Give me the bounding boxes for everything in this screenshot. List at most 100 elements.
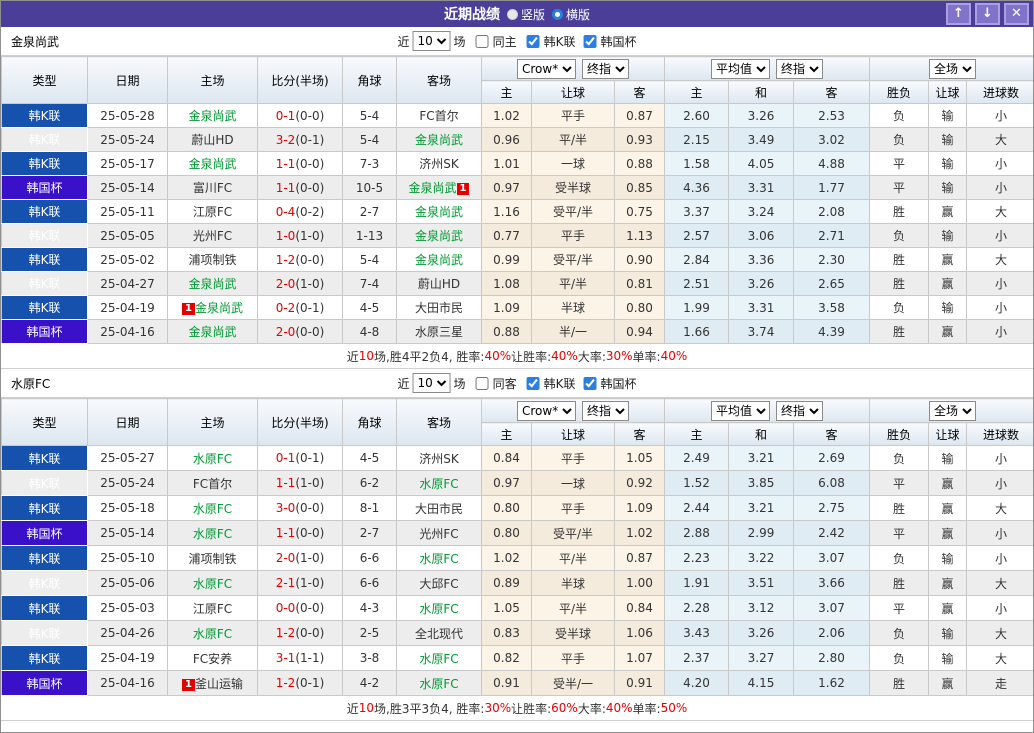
result-outcome: 胜 <box>869 670 930 696</box>
corner-count: 2-7 <box>342 199 397 224</box>
summary-stat-value: 30% <box>484 701 512 715</box>
move-up-button[interactable]: ↑ <box>946 3 971 25</box>
move-down-button[interactable]: ↓ <box>975 3 1000 25</box>
home-team-cell: 1 釜山运输 <box>167 670 258 696</box>
half-time-score: (0-2) <box>295 204 325 219</box>
score-cell: 1-1(0-0) <box>257 520 343 546</box>
avg-draw-odds: 3.49 <box>728 127 795 152</box>
match-row: 韩国杯 25-05-14 富川FC 1-1(0-0) 10-5 金泉尚武 1 0.97 受半球 0… <box>1 175 1033 200</box>
home-team-name: 光州FC <box>192 229 233 243</box>
corner-count: 4-5 <box>342 445 397 471</box>
away-team-name: 济州SK <box>419 157 459 171</box>
avg-final-select[interactable]: 终指 <box>776 58 824 79</box>
home-team-cell: 水原FC <box>167 620 258 646</box>
near-count-select[interactable]: 10 <box>412 373 451 393</box>
avg-draw-odds: 3.26 <box>728 103 795 128</box>
avg-away-odds: 1.62 <box>793 670 871 696</box>
result-outcome: 负 <box>869 545 930 571</box>
home-team-cell: 江原FC <box>167 199 258 224</box>
home-odds: 1.02 <box>481 103 532 128</box>
avg-away-odds: 4.39 <box>793 319 871 344</box>
full-time-score: 2-1 <box>275 576 296 590</box>
league-type-cell: 韩K联 <box>1 545 88 571</box>
league-type-cell: 韩K联 <box>1 595 88 621</box>
home-team-name: 蔚山HD <box>191 133 234 147</box>
col-away-header: 客场 <box>396 398 482 446</box>
scope-dropdown-header: 全场 <box>869 56 1033 81</box>
avg-away-odds: 3.02 <box>793 127 871 152</box>
home-team-cell: 浦项制铁 <box>167 247 258 272</box>
col-score-header: 比分(半场) <box>257 398 343 446</box>
corner-count: 2-7 <box>342 520 397 546</box>
goals-outcome: 大 <box>966 570 1033 596</box>
home-team-cell: 浦项制铁 <box>167 545 258 571</box>
match-date: 25-05-14 <box>87 175 168 200</box>
average-dropdowns-header: 平均值 终指 <box>664 56 871 81</box>
away-odds: 0.80 <box>613 295 666 320</box>
home-odds: 0.82 <box>481 645 532 671</box>
cup-checkbox[interactable] <box>583 376 597 390</box>
avg-source-select[interactable]: 平均值 <box>711 400 771 421</box>
half-time-score: (1-1) <box>295 651 325 665</box>
odds-subcol-header: 客 <box>613 422 666 446</box>
cup-checkbox[interactable] <box>583 34 597 48</box>
goals-outcome: 大 <box>966 247 1033 272</box>
handicap-line: 受半球 <box>531 620 615 646</box>
corner-count: 5-4 <box>342 103 397 128</box>
red-card-badge: 1 <box>182 303 195 315</box>
corner-count: 3-8 <box>342 645 397 671</box>
avg-source-select[interactable]: 平均值 <box>711 58 771 79</box>
odds-final-select[interactable]: 终指 <box>582 58 629 79</box>
match-date: 25-05-05 <box>87 223 168 248</box>
score-cell: 1-1(1-0) <box>257 470 343 496</box>
handicap-line: 平手 <box>531 103 615 128</box>
full-time-score: 2-0 <box>275 324 296 339</box>
handicap-outcome: 赢 <box>928 670 968 696</box>
full-time-score: 0-1 <box>275 108 296 123</box>
close-button[interactable]: ✕ <box>1004 3 1029 25</box>
avg-final-select[interactable]: 终指 <box>776 400 824 421</box>
odds-source-select[interactable]: Crow* <box>517 400 576 421</box>
handicap-line: 平手 <box>531 223 615 248</box>
match-date: 25-05-24 <box>87 470 168 496</box>
result-outcome: 平 <box>869 595 930 621</box>
radio-horizontal-label: 横版 <box>566 7 591 22</box>
scope-select[interactable]: 全场 <box>929 58 977 79</box>
near-count-select[interactable]: 10 <box>412 31 451 51</box>
radio-vertical-layout[interactable]: 竖版 <box>506 6 545 23</box>
handicap-line: 半球 <box>531 570 615 596</box>
odds-subcol-header: 主 <box>481 80 532 104</box>
summary-text: 让胜率: <box>511 701 552 716</box>
avg-home-odds: 3.37 <box>664 199 730 224</box>
home-team-cell: FC首尔 <box>167 470 258 496</box>
corner-count: 2-5 <box>342 620 397 646</box>
scope-select[interactable]: 全场 <box>929 400 977 421</box>
col-date-header: 日期 <box>87 56 168 104</box>
away-odds: 0.85 <box>613 175 666 200</box>
match-date: 25-05-06 <box>87 570 168 596</box>
radio-horizontal-layout[interactable]: 横版 <box>552 6 590 23</box>
league-checkbox[interactable] <box>526 34 540 48</box>
league-checkbox[interactable] <box>526 376 540 390</box>
summary-stat-value: 40% <box>484 349 512 363</box>
odds-source-select[interactable]: Crow* <box>517 58 576 79</box>
results-table: 类型 日期 主场 比分(半场) 角球 客场 Crow* 终指 平均值 终指 全场主让球客主和客胜负让… <box>1 56 1033 344</box>
away-team-name: FC首尔 <box>419 109 459 123</box>
away-team-cell: 金泉尚武 <box>396 199 482 224</box>
same-venue-checkbox[interactable] <box>475 376 489 390</box>
away-team-cell: FC首尔 <box>396 103 482 128</box>
result-outcome: 负 <box>869 223 930 248</box>
league-type-cell: 韩K联 <box>1 271 88 296</box>
same-venue-label: 同客 <box>492 376 517 391</box>
away-team-cell: 全北现代 <box>396 620 482 646</box>
goals-outcome: 小 <box>966 175 1033 200</box>
avg-away-odds: 2.30 <box>793 247 871 272</box>
half-time-score: (0-1) <box>295 676 325 690</box>
same-venue-checkbox[interactable] <box>475 34 489 48</box>
away-team-name: 大邱FC <box>419 576 459 591</box>
avg-home-odds: 1.99 <box>664 295 730 320</box>
away-team-cell: 水原三星 <box>396 319 482 344</box>
score-cell: 1-0(1-0) <box>257 223 343 248</box>
home-team-name: 水原FC <box>192 626 233 641</box>
odds-final-select[interactable]: 终指 <box>582 400 629 421</box>
